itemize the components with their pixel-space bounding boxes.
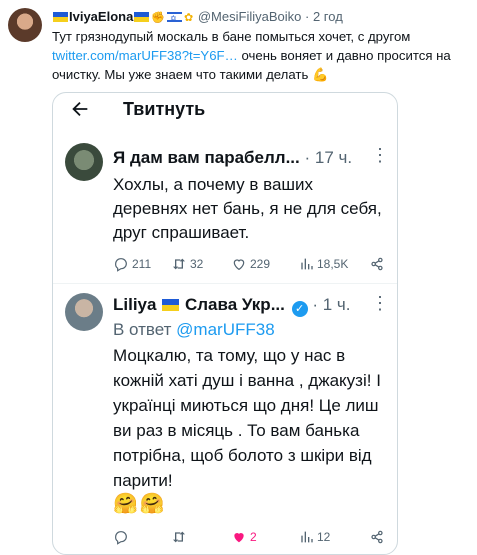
tweet1-retweet-count: 32 (190, 257, 204, 271)
tweet1-like-button[interactable]: 229 (231, 256, 270, 272)
verified-badge-icon: ✓ (291, 301, 308, 317)
tweet2-more-icon[interactable]: ⋮ (371, 294, 389, 312)
heart-icon (233, 259, 245, 271)
flexed-biceps-icon: 💪 (311, 67, 329, 82)
tweet1-retweet-button[interactable]: 32 (171, 256, 203, 272)
sunflower-icon: ✿ (184, 12, 194, 24)
tweet1-separator: · (304, 148, 311, 167)
embedded-screenshot[interactable]: Твитнуть Я дам вам парабелл... · 17 ч. ⋮… (52, 92, 398, 555)
tweet1-actions: 211 32 229 18,5K (113, 256, 389, 274)
tweet1-reply-count: 211 (132, 257, 152, 271)
tweet-divider (53, 283, 397, 284)
hugging-face-emoji: 🤗🤗 (113, 493, 167, 515)
tweet1-share-button[interactable] (369, 256, 385, 272)
flag-ukraine-icon (162, 299, 180, 311)
heart-icon (234, 533, 244, 543)
tweet1-author-name[interactable]: Я дам вам парабелл... (113, 148, 300, 167)
tweet1-header: Я дам вам парабелл... · 17 ч. (113, 147, 352, 169)
tweet2-retweet-button[interactable] (171, 529, 190, 545)
tweet2-view-count: 12 (317, 530, 331, 544)
tweet2-like-button[interactable]: 2 (231, 529, 257, 545)
tweet2-separator: · (312, 295, 319, 314)
views-icon (301, 531, 313, 543)
reply-mention-link[interactable]: @marUFF38 (176, 320, 275, 339)
tweet1-avatar[interactable] (65, 143, 103, 181)
outer-text-part1: Тут грязнодупый москаль в бане помыться … (52, 29, 411, 44)
retweet-icon (173, 531, 185, 543)
tweet1-text: Хохлы, а почему в ваших деревнях нет бан… (113, 175, 382, 242)
share-icon (371, 257, 383, 271)
flag-israel-icon (167, 10, 183, 28)
outer-author-name[interactable]: IviyaElona (69, 9, 133, 24)
tweet2-avatar[interactable] (65, 293, 103, 331)
reply-prefix: В ответ (113, 320, 177, 339)
tweet1-reply-button[interactable]: 211 (113, 256, 151, 272)
screenshot-title: Твитнуть (123, 99, 206, 119)
back-arrow-icon[interactable] (69, 98, 91, 120)
flag-ukraine-icon (134, 12, 150, 22)
tweet1-time[interactable]: 17 ч. (315, 148, 352, 167)
outer-author-handle[interactable]: @MesiFiliyaBoiko (198, 9, 302, 24)
share-icon (371, 530, 383, 544)
tweet1-views-button[interactable]: 18,5K (298, 256, 348, 272)
flag-ukraine-icon (53, 12, 68, 22)
tweet2-reply-button[interactable] (113, 529, 132, 545)
fist-icon: ✊ (151, 12, 166, 24)
outer-separator: · (304, 9, 310, 24)
tweet2-share-button[interactable] (369, 529, 385, 545)
tweet2-author-name[interactable]: Liliya (113, 295, 156, 314)
tweet2-views-button[interactable]: 12 (298, 529, 330, 545)
tweet2-text: Моцкалю, та тому, що у нас в кожній хаті… (113, 346, 381, 490)
tweet2-header: Liliya Слава Укр... ✓ · 1 ч. (113, 294, 351, 317)
tweet1-view-count: 18,5K (317, 257, 349, 271)
tweet2-time[interactable]: 1 ч. (323, 295, 351, 314)
outer-timestamp[interactable]: 2 год (313, 9, 343, 24)
reply-icon (115, 258, 127, 272)
reply-icon (115, 531, 127, 545)
outer-link[interactable]: twitter.com/marUFF38?t=Y6F… (52, 48, 238, 63)
tweet2-actions: 2 12 (113, 529, 389, 547)
tweet1-more-icon[interactable]: ⋮ (371, 146, 389, 164)
tweet1-like-count: 229 (250, 257, 271, 271)
screenshot-header: Твитнуть (53, 93, 397, 131)
outer-tweet-header: IviyaElona ✊ ✿ @MesiFiliyaBoiko · 2 год (52, 8, 472, 28)
tweet2-like-count: 2 (250, 530, 257, 544)
views-icon (301, 258, 313, 270)
outer-tweet-text: Тут грязнодупый москаль в бане помыться … (52, 27, 472, 84)
tweet2-author-suffix[interactable]: Слава Укр... (185, 295, 285, 314)
outer-avatar[interactable] (8, 8, 42, 42)
tweet2-reply-to: В ответ @marUFF38 (113, 319, 275, 341)
retweet-icon (173, 258, 185, 270)
